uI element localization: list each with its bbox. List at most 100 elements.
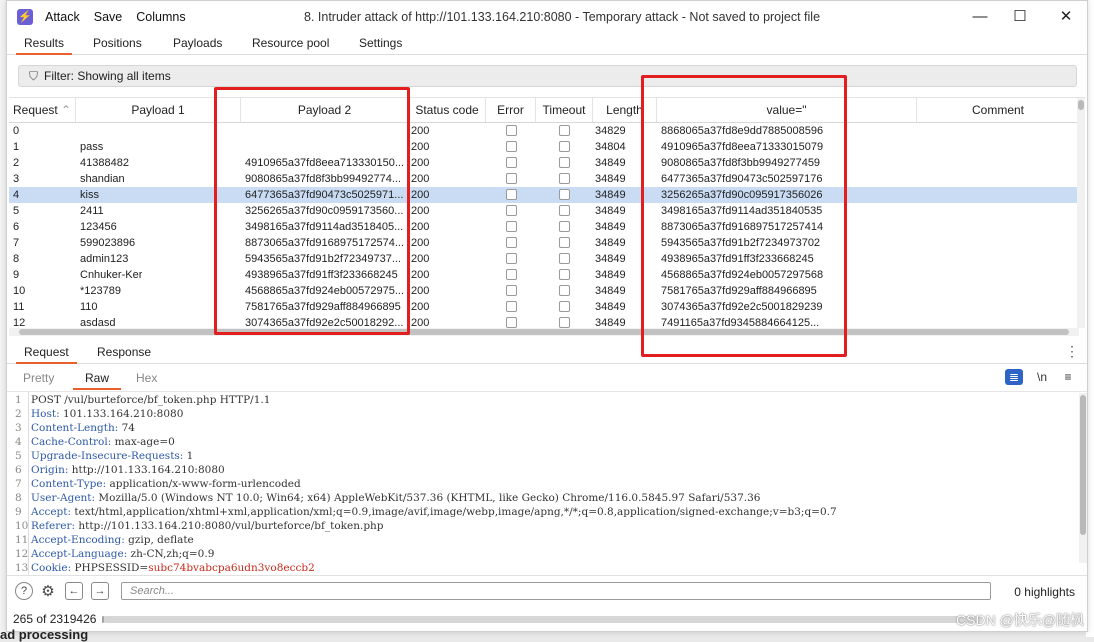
cell-status-code: 200 bbox=[411, 269, 430, 281]
table-row[interactable]: 2 41388482 4910965a37fd8eea713330150... 200… bbox=[9, 155, 1079, 171]
more-options-icon[interactable]: ⋮ bbox=[1065, 343, 1079, 360]
line-content: Cookie: PHPSESSID=subc74bvabcpa6udn3vo8e… bbox=[31, 561, 315, 575]
table-row[interactable]: 3 shandian 9080865a37fd8f3bb99492774... 200… bbox=[9, 171, 1079, 187]
tab-positions[interactable]: Positions bbox=[93, 36, 142, 50]
table-row[interactable]: 4 kiss 6477365a37fd90473c5025971... 200 3484… bbox=[9, 187, 1079, 203]
cell-status-code: 200 bbox=[411, 141, 430, 153]
annotation-highlight-value bbox=[641, 75, 847, 357]
close-icon[interactable]: ✕ bbox=[1051, 6, 1081, 26]
cell-status-code: 200 bbox=[411, 173, 430, 185]
timeout-checkbox bbox=[559, 237, 570, 248]
cell-length: 34849 bbox=[595, 285, 626, 297]
cell-payload-1: kiss bbox=[80, 189, 99, 201]
error-checkbox bbox=[506, 157, 517, 168]
column-header-request[interactable]: Request ⌃ bbox=[9, 98, 76, 122]
timeout-checkbox bbox=[559, 141, 570, 152]
cell-payload-1: admin123 bbox=[80, 253, 129, 265]
header-name: Referer: bbox=[31, 520, 76, 532]
table-row[interactable]: 1 pass 200 34804 4910965a37fd8eea71333015079 bbox=[9, 139, 1079, 155]
menu-attack[interactable]: Attack bbox=[45, 10, 80, 24]
table-row[interactable]: 6 123456 3498165a37fd9114ad3518405... 200 34… bbox=[9, 219, 1079, 235]
cell-length: 34849 bbox=[595, 269, 626, 281]
header-name: Content-Length: bbox=[31, 422, 119, 434]
cell-length: 34829 bbox=[595, 125, 626, 137]
line-content: Content-Length: 74 bbox=[31, 421, 135, 435]
line-content: Cache-Control: max-age=0 bbox=[31, 435, 175, 449]
word-wrap-icon[interactable]: ≣ bbox=[1005, 369, 1023, 385]
main-tabs: Results Positions Payloads Resource pool… bbox=[7, 32, 1087, 55]
column-header-error[interactable]: Error bbox=[486, 98, 536, 122]
cell-status-code: 200 bbox=[411, 157, 430, 169]
tab-hex[interactable]: Hex bbox=[136, 371, 157, 385]
column-header-comment[interactable]: Comment bbox=[917, 98, 1079, 122]
timeout-checkbox bbox=[559, 301, 570, 312]
cell-request: 9 bbox=[13, 269, 20, 281]
cell-length: 34849 bbox=[595, 237, 626, 249]
editor-vertical-scrollbar[interactable] bbox=[1079, 393, 1087, 563]
cell-length: 34849 bbox=[595, 301, 626, 313]
tab-resource-pool[interactable]: Resource pool bbox=[252, 36, 329, 50]
cell-request: 0 bbox=[13, 125, 20, 137]
table-vertical-scrollbar[interactable] bbox=[1077, 98, 1085, 328]
cell-status-code: 200 bbox=[411, 301, 430, 313]
tab-request[interactable]: Request bbox=[16, 345, 77, 364]
tab-raw[interactable]: Raw bbox=[72, 371, 122, 390]
filter-bar[interactable]: ⛉ Filter: Showing all items bbox=[18, 65, 1077, 87]
tab-pretty[interactable]: Pretty bbox=[23, 371, 54, 385]
scroll-thumb[interactable] bbox=[19, 329, 1069, 335]
table-row[interactable]: 5 2411 3256265a37fd90c0959173560... 200 3484… bbox=[9, 203, 1079, 219]
request-editor[interactable]: 1 POST /vul/burteforce/bf_token.php HTTP/… bbox=[7, 391, 1087, 576]
menu-columns[interactable]: Columns bbox=[136, 10, 185, 24]
results-table: Request ⌃ Payload 1 Payload 2 Status cod… bbox=[9, 97, 1085, 336]
tab-payloads[interactable]: Payloads bbox=[173, 36, 222, 50]
timeout-checkbox bbox=[559, 189, 570, 200]
window-title: 8. Intruder attack of http://101.133.164… bbox=[304, 10, 821, 24]
minimize-icon[interactable]: — bbox=[965, 6, 995, 26]
table-row[interactable]: 10 *123789 4568865a37fd924eb00572975... 200… bbox=[9, 283, 1079, 299]
settings-gear-icon[interactable]: ⚙ bbox=[39, 582, 57, 600]
table-row[interactable]: 8 admin123 5943565a37fd91b2f72349737... 200… bbox=[9, 251, 1079, 267]
table-row[interactable]: 7 599023896 8873065a37fd9168975172574... 20… bbox=[9, 235, 1079, 251]
tab-results[interactable]: Results bbox=[15, 36, 73, 55]
header-value: text/html,application/xhtml+xml,applicat… bbox=[71, 506, 837, 518]
view-tabs: Pretty Raw Hex ≣ \n ≡ bbox=[7, 365, 1087, 390]
tab-settings[interactable]: Settings bbox=[359, 36, 402, 50]
error-checkbox bbox=[506, 317, 517, 328]
header-value: PHPSESSID= bbox=[71, 562, 149, 574]
header-value: 74 bbox=[118, 422, 135, 434]
table-horizontal-scrollbar[interactable] bbox=[9, 328, 1079, 336]
table-row[interactable]: 11 110 7581765a37fd929aff884966895 200 34849… bbox=[9, 299, 1079, 315]
line-number: 10 bbox=[15, 520, 29, 532]
line-number: 8 bbox=[15, 492, 22, 504]
search-input[interactable]: Search... bbox=[121, 582, 991, 600]
header-name: Origin: bbox=[31, 464, 69, 476]
column-header-timeout[interactable]: Timeout bbox=[536, 98, 593, 122]
show-newlines-icon[interactable]: \n bbox=[1033, 369, 1051, 385]
menu-save[interactable]: Save bbox=[94, 10, 123, 24]
header-value: http://101.133.164.210:8080 bbox=[68, 464, 225, 476]
cell-payload-1: 123456 bbox=[80, 221, 117, 233]
error-checkbox bbox=[506, 141, 517, 152]
table-row[interactable]: 9 Cnhuker-Ker 4938965a37fd91ff3f233668245 2… bbox=[9, 267, 1079, 283]
header-value: max-age=0 bbox=[111, 436, 175, 448]
maximize-icon[interactable]: ☐ bbox=[1005, 6, 1035, 26]
scroll-thumb[interactable] bbox=[1078, 100, 1084, 110]
cell-request: 7 bbox=[13, 237, 20, 249]
timeout-checkbox bbox=[559, 125, 570, 136]
help-icon[interactable]: ? bbox=[15, 582, 33, 600]
table-row[interactable]: 0 200 34829 8868065a37fd8e9dd7885008596 bbox=[9, 123, 1079, 139]
scroll-thumb[interactable] bbox=[1080, 395, 1086, 535]
header-name: Accept-Language: bbox=[31, 548, 128, 560]
column-header-status-code[interactable]: Status code bbox=[409, 98, 486, 122]
cell-request: 10 bbox=[13, 285, 26, 297]
cell-status-code: 200 bbox=[411, 285, 430, 297]
timeout-checkbox bbox=[559, 253, 570, 264]
editor-menu-icon[interactable]: ≡ bbox=[1059, 369, 1077, 385]
error-checkbox bbox=[506, 205, 517, 216]
next-match-icon[interactable]: → bbox=[91, 582, 109, 600]
timeout-checkbox bbox=[559, 173, 570, 184]
tab-response[interactable]: Response bbox=[97, 345, 151, 359]
line-content: Accept-Language: zh-CN,zh;q=0.9 bbox=[31, 547, 214, 561]
previous-match-icon[interactable]: ← bbox=[65, 582, 83, 600]
cell-request: 6 bbox=[13, 221, 20, 233]
